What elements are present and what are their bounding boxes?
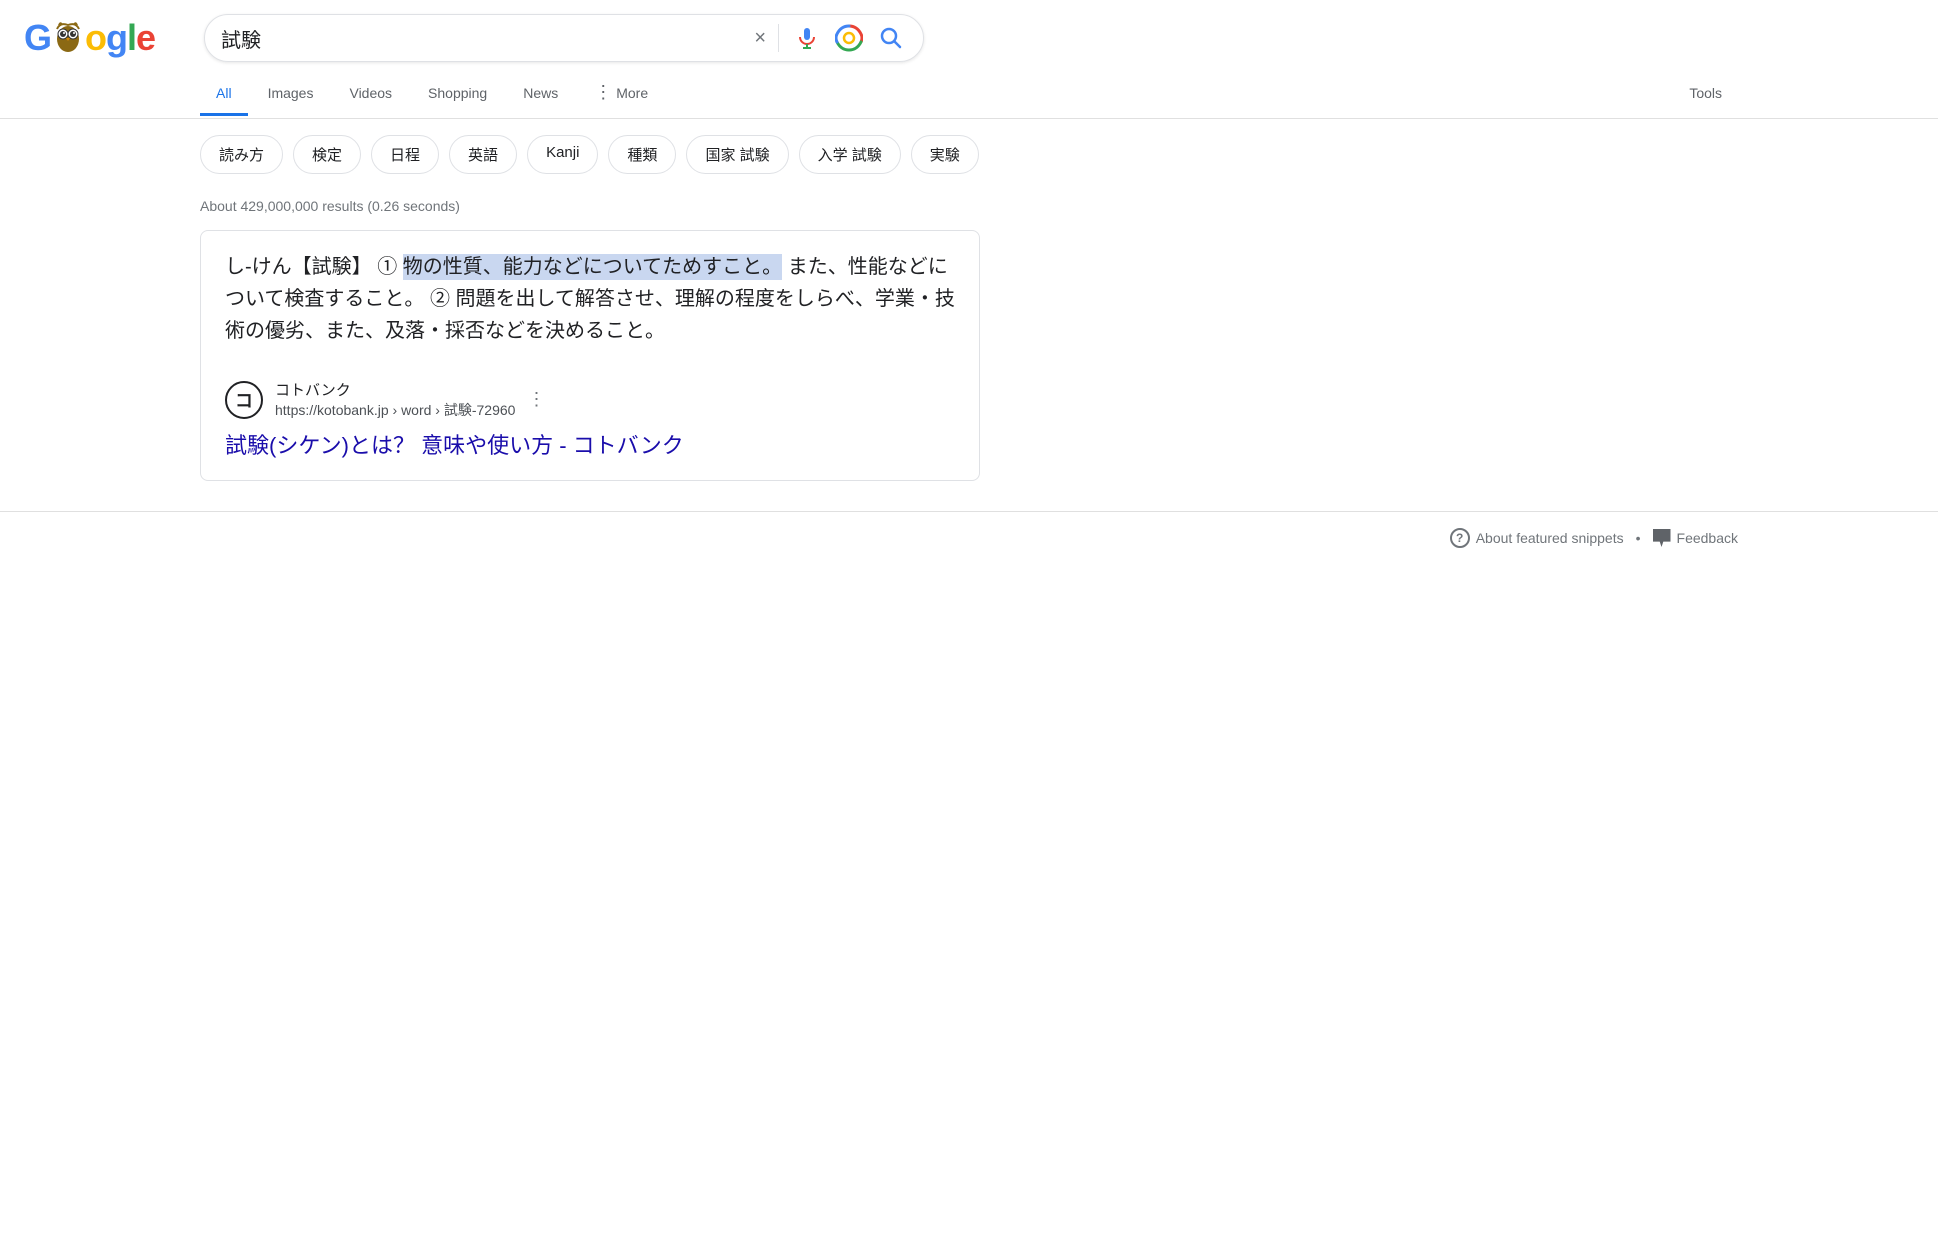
logo-letter-e: e — [136, 17, 155, 59]
chip-0[interactable]: 読み方 — [200, 135, 283, 174]
clear-button[interactable]: × — [754, 27, 766, 50]
chip-2[interactable]: 日程 — [371, 135, 439, 174]
tab-images[interactable]: Images — [252, 73, 330, 116]
chip-3[interactable]: 英語 — [449, 135, 517, 174]
results-count: About 429,000,000 results (0.26 seconds) — [200, 190, 1738, 230]
logo-letter-G: G — [24, 17, 51, 59]
header: G o g l e 試験 × — [0, 0, 1938, 62]
search-divider — [778, 24, 779, 52]
feedback-item[interactable]: Feedback — [1653, 529, 1738, 547]
bottom-bar: ? About featured snippets • Feedback — [0, 511, 1938, 564]
tab-tools[interactable]: Tools — [1673, 73, 1738, 116]
about-snippets-label: About featured snippets — [1476, 530, 1624, 546]
microphone-icon — [795, 26, 819, 50]
chip-5[interactable]: 種類 — [608, 135, 676, 174]
chip-4[interactable]: Kanji — [527, 135, 598, 174]
google-logo[interactable]: G o g l e — [24, 17, 155, 59]
tab-shopping[interactable]: Shopping — [412, 73, 503, 116]
dot-separator: • — [1636, 530, 1641, 546]
chips-row: 読み方 検定 日程 英語 Kanji 種類 国家 試験 入学 試験 実験 — [0, 119, 1938, 190]
result-options-button[interactable]: ⋮ — [527, 389, 545, 410]
snippet-text: し‐けん【試験】 ① 物の性質、能力などについてためすこと。 また、性能などにつ… — [225, 251, 955, 347]
logo-letter-g: g — [106, 17, 127, 59]
more-dots-icon: ⋮ — [594, 82, 612, 103]
logo-letter-o2: o — [85, 17, 106, 59]
chip-7[interactable]: 入学 試験 — [799, 135, 901, 174]
source-favicon: コ — [225, 381, 263, 419]
about-snippets-item[interactable]: ? About featured snippets — [1450, 528, 1624, 548]
tab-videos[interactable]: Videos — [333, 73, 408, 116]
snippet-highlight: 物の性質、能力などについてためすこと。 — [403, 254, 782, 280]
tab-all[interactable]: All — [200, 73, 248, 116]
voice-search-button[interactable] — [791, 22, 823, 54]
search-input[interactable]: 試験 — [221, 27, 746, 50]
source-url: https://kotobank.jp › word › 試験-72960 — [275, 400, 515, 420]
tab-news[interactable]: News — [507, 73, 574, 116]
logo-letter-l: l — [127, 17, 136, 59]
search-icon — [879, 26, 903, 50]
feedback-label: Feedback — [1677, 530, 1738, 546]
featured-snippet: し‐けん【試験】 ① 物の性質、能力などについてためすこと。 また、性能などにつ… — [200, 230, 980, 481]
chip-8[interactable]: 実験 — [911, 135, 979, 174]
chip-6[interactable]: 国家 試験 — [686, 135, 788, 174]
source-name: コトバンク — [275, 379, 515, 400]
lens-icon — [835, 24, 863, 52]
results-area: About 429,000,000 results (0.26 seconds)… — [0, 190, 1938, 481]
logo-owl-icon — [49, 17, 87, 55]
lens-search-button[interactable] — [831, 20, 867, 56]
help-circle-icon: ? — [1450, 528, 1470, 548]
tab-more[interactable]: ⋮ More — [578, 70, 664, 118]
source-row: コ コトバンク https://kotobank.jp › word › 試験-… — [225, 363, 955, 420]
feedback-icon — [1653, 529, 1671, 547]
result-link[interactable]: 試験(シケン)とは？ 意味や使い方 - コトバンク — [225, 428, 955, 460]
snippet-text-before: し‐けん【試験】 ① — [225, 256, 403, 278]
logo-area: G o g l e — [24, 17, 184, 59]
nav-tabs: All Images Videos Shopping News ⋮ More T… — [0, 70, 1938, 119]
source-info: コトバンク https://kotobank.jp › word › 試験-72… — [275, 379, 515, 420]
chip-1[interactable]: 検定 — [293, 135, 361, 174]
search-submit-button[interactable] — [875, 22, 907, 54]
search-bar: 試験 × — [204, 14, 924, 62]
